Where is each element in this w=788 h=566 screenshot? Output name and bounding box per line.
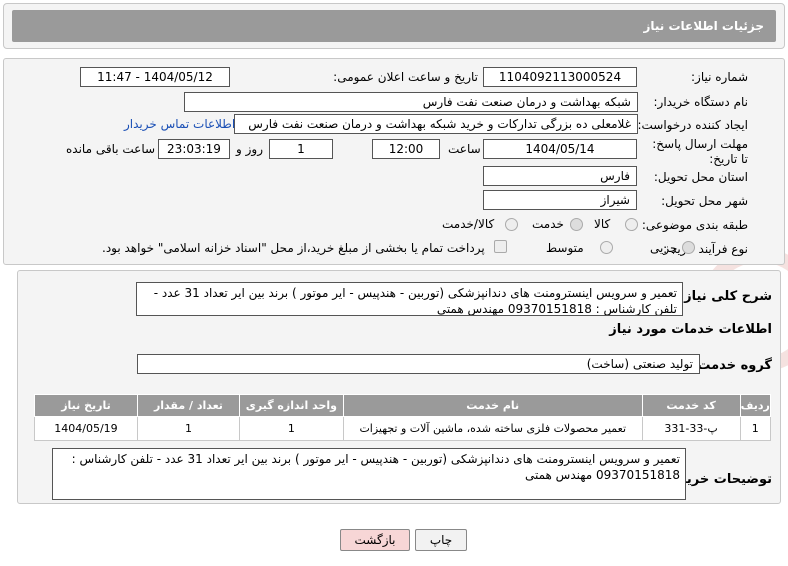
services-section-title: اطلاعات خدمات مورد نیاز — [609, 322, 772, 337]
deadline-time-label: ساعت — [448, 142, 481, 156]
remaining-time-field: 23:03:19 — [158, 139, 230, 159]
service-group-label: گروه خدمت: — [692, 358, 772, 373]
table-row: 1 پ-33-331 تعمیر محصولات فلزی ساخته شده،… — [34, 416, 772, 441]
cell-service-name: تعمیر محصولات فلزی ساخته شده، ماشین آلات… — [342, 416, 643, 441]
category-option-service: خدمت — [532, 217, 564, 231]
deadline-days-field: 1 — [269, 139, 333, 159]
category-radio-goods[interactable] — [625, 218, 638, 231]
province-field: فارس — [483, 166, 637, 186]
col-need-date: تاریخ نیاز — [34, 394, 138, 417]
remaining-time-label: ساعت باقی مانده — [66, 142, 156, 156]
deadline-date-field: 1404/05/14 — [483, 139, 637, 159]
process-radio-medium[interactable] — [600, 241, 613, 254]
need-number-field: 1104092113000524 — [483, 67, 637, 87]
buyer-org-label: نام دستگاه خریدار: — [653, 95, 749, 109]
buyer-notes-textarea[interactable]: تعمیر و سرویس اینسترومنت های دندانپزشکی … — [52, 448, 686, 500]
cell-need-date: 1404/05/19 — [34, 416, 138, 441]
treasury-payment-note: پرداخت تمام یا بخشی از مبلغ خرید،از محل … — [102, 241, 485, 255]
col-row-number: ردیف — [739, 394, 772, 417]
city-label: شهر محل تحویل: — [661, 194, 748, 208]
services-table: ردیف کد خدمت نام خدمت واحد اندازه گیری ت… — [34, 394, 772, 441]
service-group-field: تولید صنعتی (ساخت) — [137, 354, 700, 374]
process-option-medium: متوسط — [546, 241, 584, 255]
city-field: شیراز — [483, 190, 637, 210]
cell-quantity: 1 — [136, 416, 240, 441]
cell-unit: 1 — [238, 416, 344, 441]
province-label: استان محل تحویل: — [653, 170, 748, 184]
page-title: جزئیات اطلاعات نیاز — [12, 10, 776, 42]
deadline-time-field: 12:00 — [372, 139, 440, 159]
col-unit: واحد اندازه گیری — [238, 394, 344, 417]
buyer-org-field: شبکه بهداشت و درمان صنعت نفت فارس — [184, 92, 638, 112]
header-panel: جزئیات اطلاعات نیاز — [3, 3, 785, 49]
cell-service-code: پ-33-331 — [641, 416, 741, 441]
category-label: طبقه بندی موضوعی: — [641, 218, 748, 232]
category-option-goods-service: کالا/خدمت — [442, 217, 495, 231]
announce-datetime-field: 1404/05/12 - 11:47 — [80, 67, 230, 87]
summary-label: شرح کلی نیاز: — [678, 289, 772, 304]
col-service-code: کد خدمت — [641, 394, 741, 417]
treasury-payment-checkbox[interactable] — [494, 240, 507, 253]
back-button[interactable]: بازگشت — [340, 529, 410, 551]
need-number-label: شماره نیاز: — [691, 70, 748, 84]
category-radio-service[interactable] — [570, 218, 583, 231]
col-quantity: تعداد / مقدار — [136, 394, 240, 417]
deadline-label: مهلت ارسال پاسخ: تا تاریخ: — [652, 137, 748, 166]
announce-datetime-label: تاریخ و ساعت اعلان عمومی: — [333, 70, 478, 84]
requester-label: ایجاد کننده درخواست: — [637, 118, 748, 132]
process-option-partial: جزیی — [650, 241, 678, 255]
requester-field: غلامعلی ده بزرگی تدارکات و خرید شبکه بهد… — [234, 114, 638, 134]
print-button[interactable]: چاپ — [415, 529, 467, 551]
summary-textarea[interactable]: تعمیر و سرویس اینسترومنت های دندانپزشکی … — [136, 282, 683, 316]
col-service-name: نام خدمت — [342, 394, 643, 417]
category-option-goods: کالا — [594, 217, 611, 231]
deadline-days-label: روز و — [236, 142, 263, 156]
process-radio-partial[interactable] — [682, 241, 695, 254]
category-radio-goods-service[interactable] — [505, 218, 518, 231]
cell-row-number: 1 — [739, 416, 772, 441]
buyer-contact-link[interactable]: اطلاعات تماس خریدار — [124, 117, 235, 131]
